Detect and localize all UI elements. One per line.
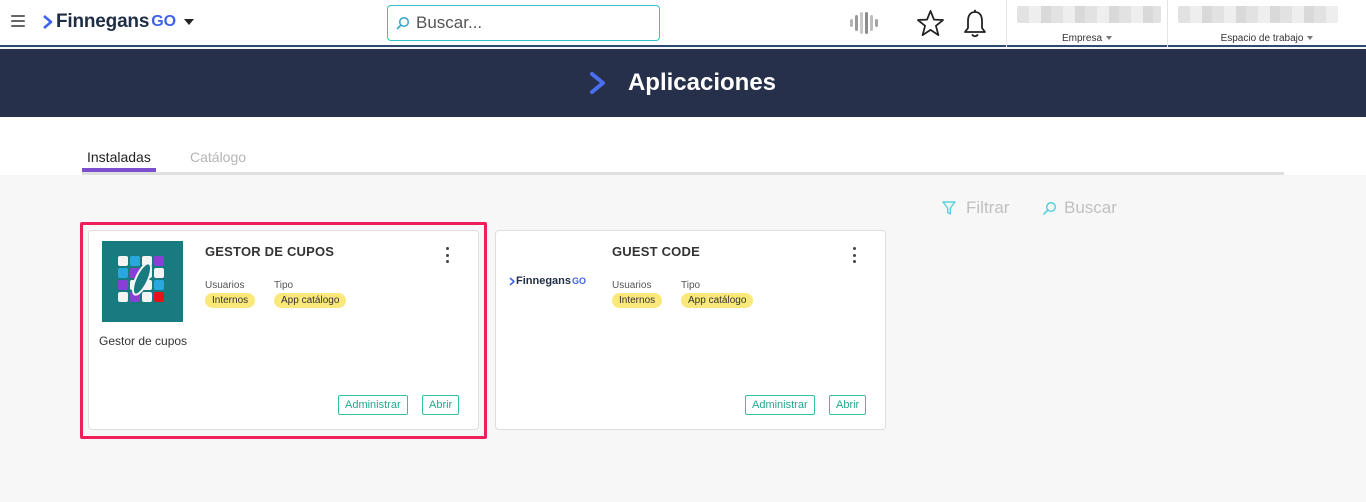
bell-icon[interactable]: [962, 9, 988, 39]
workspace-name-redacted: [1178, 6, 1338, 23]
caret-down-icon: [1106, 36, 1112, 41]
users-label: Usuarios: [205, 280, 245, 291]
app-caption: Gestor de cupos: [99, 334, 188, 348]
active-tab-indicator: [82, 168, 156, 172]
caret-down-icon[interactable]: [184, 19, 195, 25]
company-mark-icon[interactable]: [848, 10, 880, 36]
type-label: Tipo: [681, 280, 701, 291]
type-badge: App catálogo: [681, 293, 754, 308]
users-label: Usuarios: [612, 280, 652, 291]
global-search[interactable]: [387, 5, 660, 41]
star-icon[interactable]: [916, 9, 945, 38]
gestor-de-cupos-app-icon: [102, 241, 183, 322]
app-card-title: GUEST CODE: [612, 244, 700, 259]
search-apps-button[interactable]: Buscar: [1042, 198, 1117, 218]
search-icon: [396, 16, 410, 30]
app-card-guest-code[interactable]: Finnegans GO GUEST CODE Usuarios Interno…: [495, 230, 886, 430]
tabs-bar: Instaladas Catálogo: [0, 117, 1366, 175]
top-bar: Finnegans GO Empresa Espacio de tr: [0, 0, 1366, 47]
chevron-right-icon: [589, 72, 605, 94]
manage-button[interactable]: Administrar: [338, 395, 408, 415]
filter-button[interactable]: Filtrar: [942, 198, 1009, 218]
page-banner: Aplicaciones: [0, 49, 1366, 117]
logo-chevron-icon: [43, 15, 53, 29]
users-badge: Internos: [612, 293, 663, 308]
mini-logo-text: Finnegans: [516, 275, 572, 287]
workspace-selector[interactable]: Espacio de trabajo: [1167, 0, 1366, 47]
grid-app-icon: [118, 256, 164, 302]
workspace-selector-label: Espacio de trabajo: [1220, 33, 1304, 44]
app-logo[interactable]: Finnegans GO: [43, 10, 195, 34]
logo-text: Finnegans: [56, 11, 150, 32]
logo-suffix: GO: [151, 13, 177, 30]
guest-code-app-logo: Finnegans GO: [509, 275, 586, 287]
menu-icon[interactable]: [11, 15, 25, 27]
filter-icon: [942, 200, 956, 215]
company-name-redacted: [1017, 6, 1161, 23]
mini-logo-suffix: GO: [572, 276, 587, 286]
global-search-input[interactable]: [416, 13, 646, 33]
open-button[interactable]: Abrir: [422, 395, 460, 415]
company-selector-label: Empresa: [1061, 33, 1102, 44]
more-options-icon[interactable]: [849, 247, 859, 263]
search-icon: [1043, 201, 1057, 215]
users-badge: Internos: [205, 293, 256, 308]
open-button[interactable]: Abrir: [829, 395, 867, 415]
type-label: Tipo: [274, 280, 294, 291]
more-options-icon[interactable]: [442, 247, 452, 263]
tabs-divider: [82, 172, 1284, 175]
company-selector[interactable]: Empresa: [1006, 0, 1167, 47]
type-badge: App catálogo: [274, 293, 347, 308]
app-card-gestor-de-cupos[interactable]: Gestor de cupos GESTOR DE CUPOS Usuarios…: [88, 230, 479, 430]
filter-label: Filtrar: [966, 198, 1010, 217]
search-apps-label: Buscar: [1064, 198, 1117, 217]
logo-chevron-icon: [509, 276, 515, 286]
page-title: Aplicaciones: [627, 69, 777, 96]
tab-installed[interactable]: Instaladas: [87, 149, 151, 165]
app-card-title: GESTOR DE CUPOS: [205, 244, 335, 259]
tab-catalog[interactable]: Catálogo: [190, 149, 246, 165]
caret-down-icon: [1307, 36, 1314, 41]
manage-button[interactable]: Administrar: [745, 395, 815, 415]
